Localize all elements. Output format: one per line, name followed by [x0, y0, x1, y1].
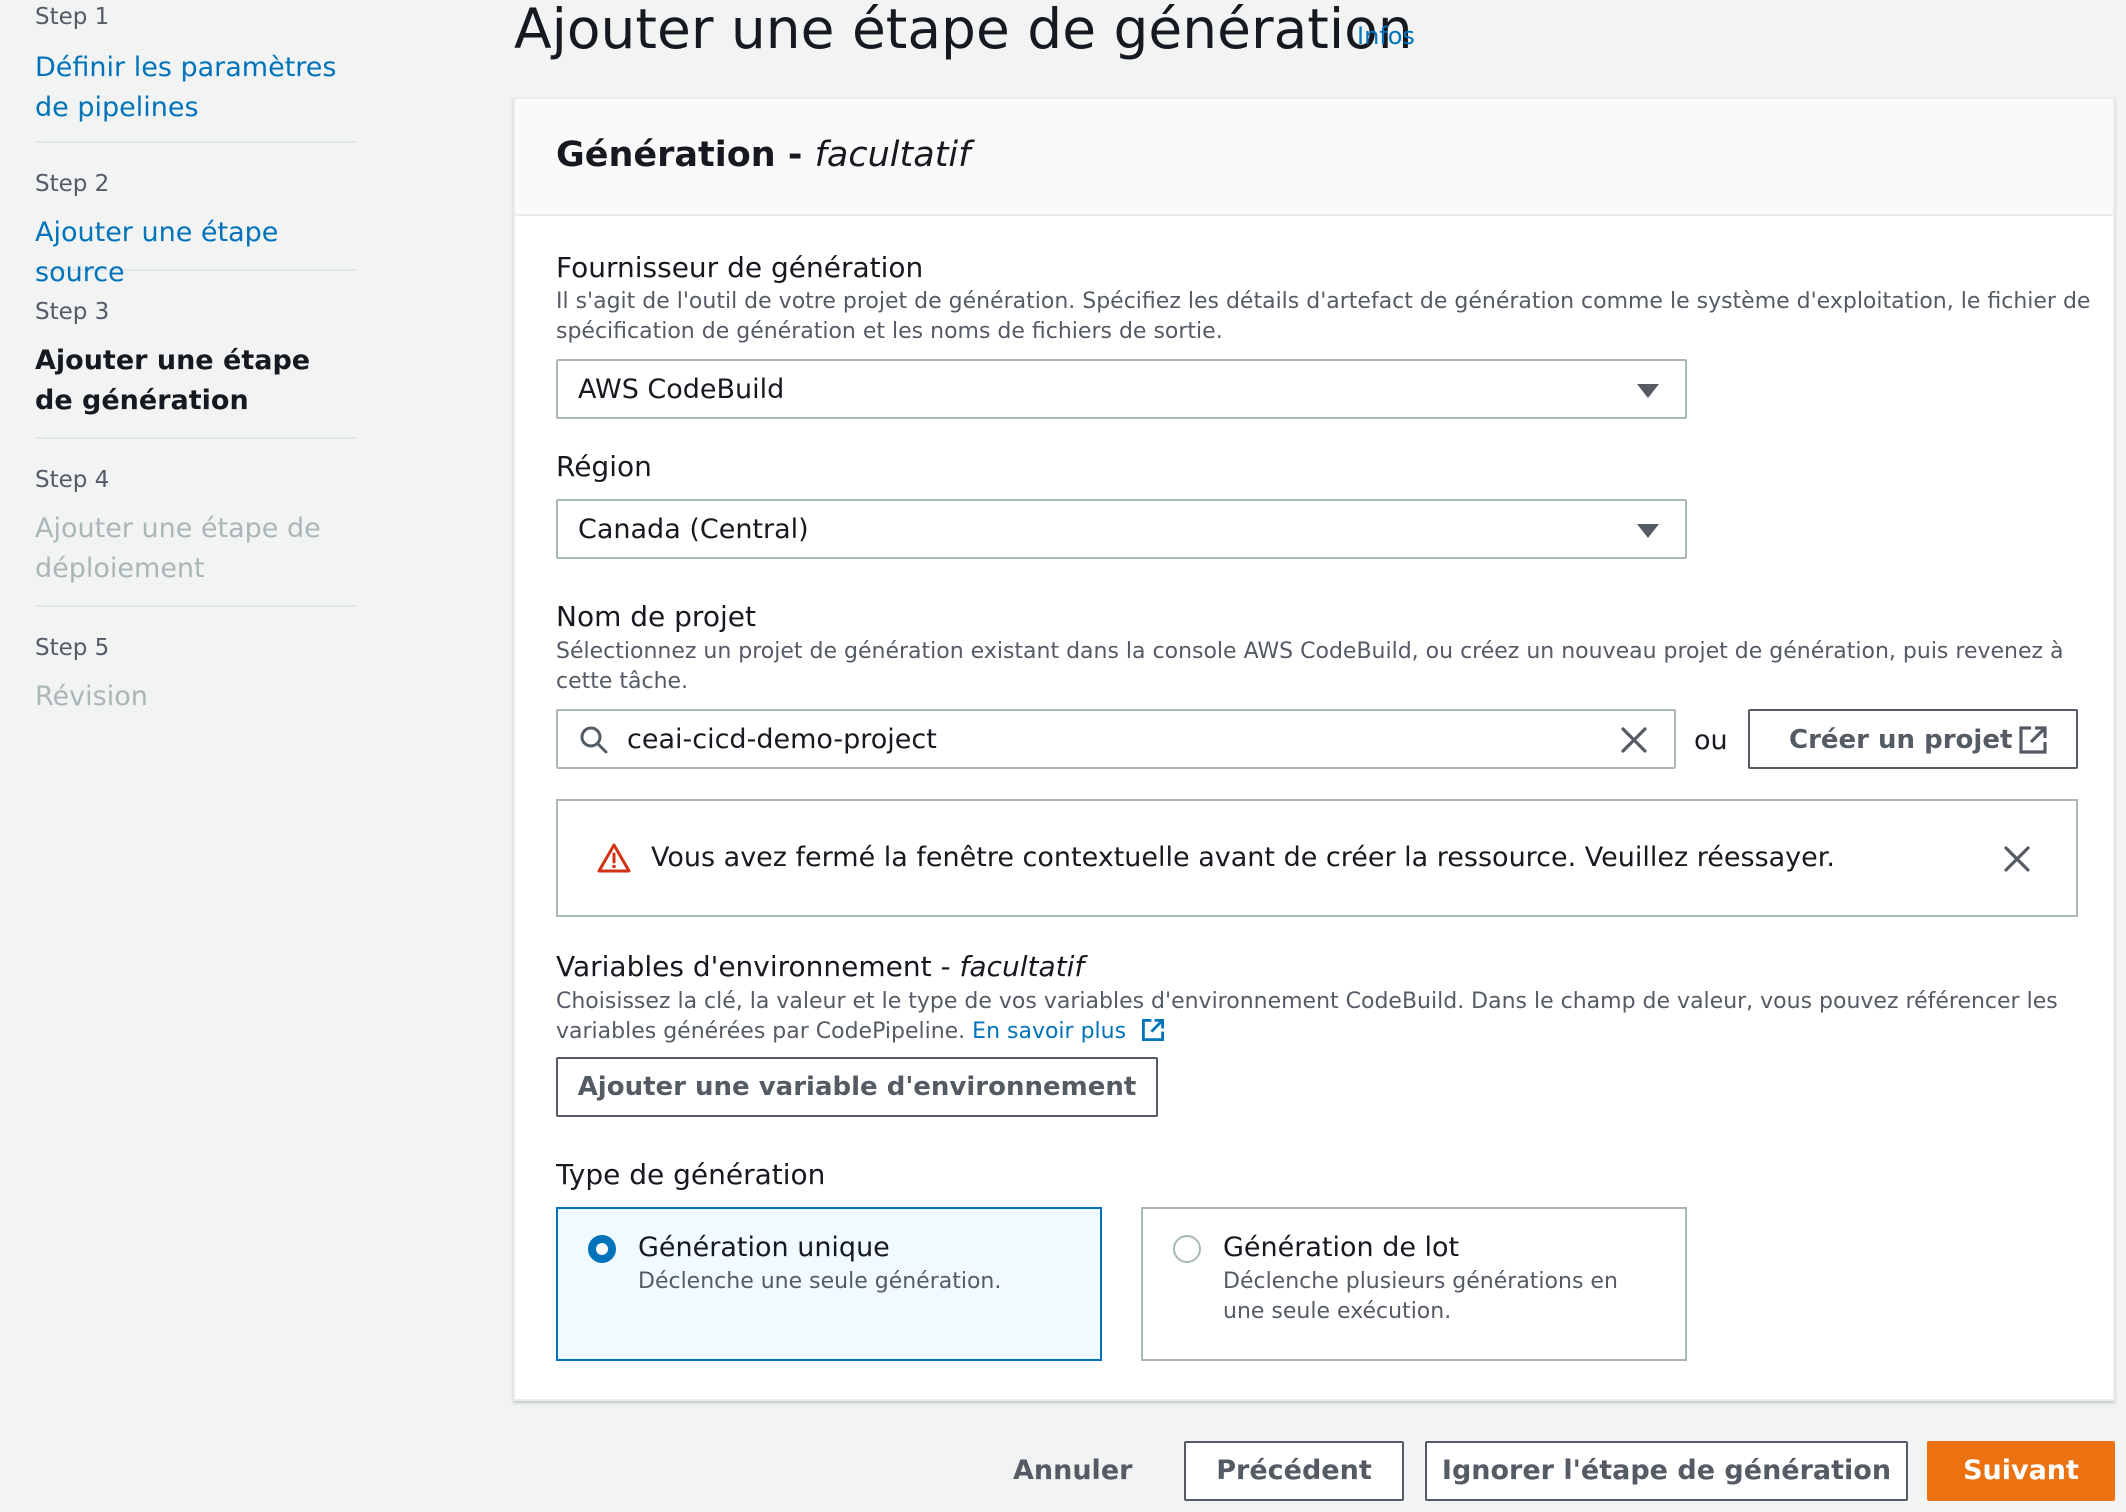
- project-description: Sélectionnez un projet de génération exi…: [556, 639, 2064, 694]
- provider-select[interactable]: AWS CodeBuild: [556, 359, 1687, 419]
- panel-header: Génération - facultatif: [515, 99, 2113, 216]
- warning-icon: [597, 843, 631, 873]
- option-description: Déclenche plusieurs générations en une s…: [1223, 1269, 1618, 1324]
- previous-button[interactable]: Précédent: [1184, 1441, 1404, 1501]
- create-project-button[interactable]: Créer un projet: [1748, 709, 2078, 769]
- warning-alert: Vous avez fermé la fenêtre contextuelle …: [556, 799, 2078, 917]
- step-disabled-deploy-stage: Ajouter une étape de déploiement: [35, 513, 321, 584]
- step-3: Step 3 Ajouter une étape de génération: [35, 271, 355, 439]
- alert-message: Vous avez fermé la fenêtre contextuelle …: [651, 842, 1835, 873]
- env-vars-description: Choisissez la clé, la valeur et le type …: [556, 989, 2058, 1044]
- step-4: Step 4 Ajouter une étape de déploiement: [35, 439, 355, 607]
- page-title: Ajouter une étape de génération: [514, 0, 1413, 61]
- step-5: Step 5 Révision: [35, 607, 355, 727]
- clear-icon[interactable]: [1619, 725, 1649, 755]
- provider-description: Il s'agit de l'outil de votre projet de …: [556, 289, 2091, 344]
- step-number: Step 2: [35, 171, 110, 197]
- search-icon: [580, 726, 608, 754]
- env-vars-label: Variables d'environnement - facultatif: [556, 950, 1085, 983]
- radio-unselected[interactable]: [1173, 1235, 1201, 1263]
- external-link-icon[interactable]: [1141, 1018, 1165, 1042]
- skip-build-stage-button[interactable]: Ignorer l'étape de génération: [1425, 1441, 1908, 1501]
- cancel-button[interactable]: Annuler: [1013, 1451, 1132, 1491]
- project-search-value: ceai-cicd-demo-project: [627, 724, 937, 755]
- panel-title: Génération - facultatif: [556, 135, 971, 175]
- option-label: Génération de lot: [1223, 1232, 1460, 1263]
- step-disabled-review: Révision: [35, 681, 148, 712]
- build-stage-panel: Génération - facultatif Fournisseur de g…: [513, 97, 2115, 1401]
- step-number: Step 5: [35, 635, 110, 661]
- wizard-steps-nav: Step 1 Définir les paramètres de pipelin…: [35, 0, 355, 727]
- region-select-value: Canada (Central): [578, 514, 809, 545]
- info-link[interactable]: Infos: [1357, 22, 1415, 50]
- create-project-label: Créer un projet: [1789, 725, 2013, 755]
- close-icon[interactable]: [2002, 844, 2032, 874]
- option-description: Déclenche une seule génération.: [638, 1269, 1002, 1294]
- step-number: Step 4: [35, 467, 110, 493]
- learn-more-link[interactable]: En savoir plus: [972, 1019, 1126, 1044]
- radio-selected[interactable]: [588, 1235, 616, 1263]
- step-link-pipeline-settings[interactable]: Définir les paramètres de pipelines: [35, 48, 355, 128]
- step-current-build-stage: Ajouter une étape de génération: [35, 345, 311, 416]
- region-label: Région: [556, 450, 652, 483]
- step-1: Step 1 Définir les paramètres de pipelin…: [35, 0, 355, 143]
- provider-select-value: AWS CodeBuild: [578, 374, 785, 405]
- project-search-input[interactable]: ceai-cicd-demo-project: [556, 709, 1676, 769]
- build-type-single-option[interactable]: Génération unique Déclenche une seule gé…: [556, 1207, 1102, 1361]
- next-button[interactable]: Suivant: [1927, 1441, 2115, 1501]
- caret-down-icon: [1637, 384, 1659, 398]
- region-select[interactable]: Canada (Central): [556, 499, 1687, 559]
- build-type-label: Type de génération: [556, 1158, 826, 1191]
- or-text: ou: [1694, 725, 1728, 756]
- provider-label: Fournisseur de génération: [556, 251, 924, 284]
- project-label: Nom de projet: [556, 600, 756, 633]
- add-env-variable-button[interactable]: Ajouter une variable d'environnement: [556, 1057, 1158, 1117]
- option-label: Génération unique: [638, 1232, 890, 1263]
- step-number: Step 1: [35, 4, 110, 30]
- step-2: Step 2 Ajouter une étape source: [35, 143, 355, 288]
- caret-down-icon: [1637, 524, 1659, 538]
- build-type-batch-option[interactable]: Génération de lot Déclenche plusieurs gé…: [1141, 1207, 1687, 1361]
- external-link-icon: [2019, 726, 2047, 754]
